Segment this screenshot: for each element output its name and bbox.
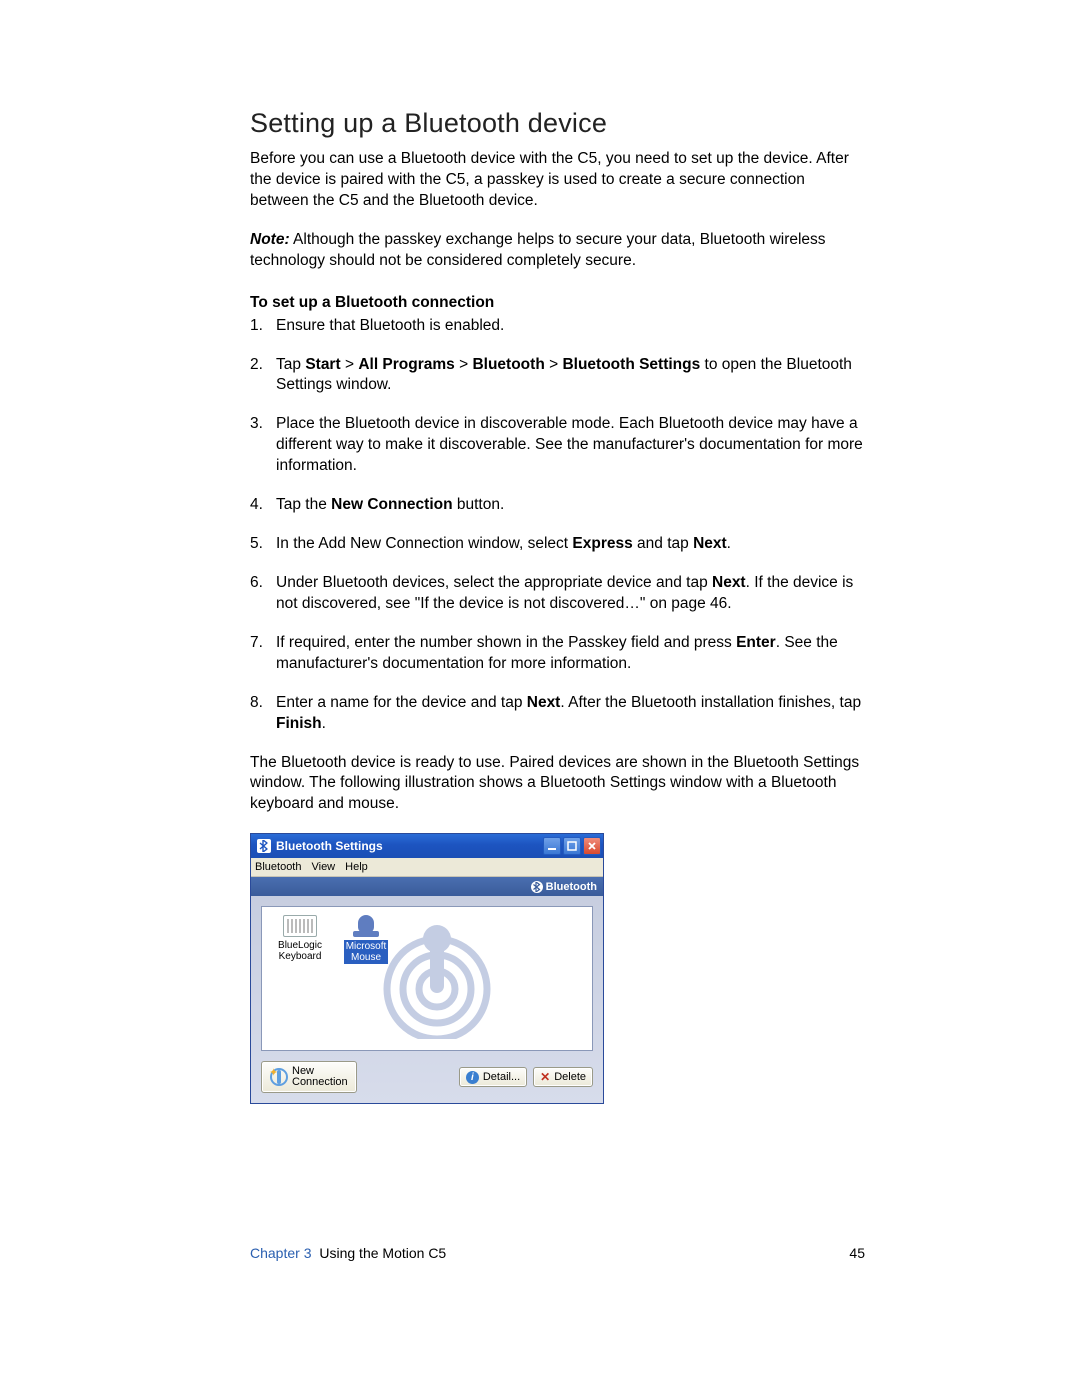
device-list-panel: BlueLogic Keyboard Microsoft Mouse bbox=[261, 906, 593, 1051]
bold-bluetooth-settings: Bluetooth Settings bbox=[562, 356, 700, 373]
text: Tap the bbox=[276, 496, 331, 513]
button-label: Delete bbox=[554, 1071, 586, 1083]
button-label: Detail... bbox=[483, 1071, 520, 1083]
step-6: Under Bluetooth devices, select the appr… bbox=[250, 573, 865, 615]
device-label-line1: BlueLogic bbox=[278, 940, 322, 951]
signal-waves-icon bbox=[377, 919, 537, 1039]
button-label-line1: New bbox=[292, 1065, 314, 1077]
menu-help[interactable]: Help bbox=[345, 861, 368, 873]
window-button-row: ✦ New Connection i Detail... ✕ Delete bbox=[261, 1061, 593, 1093]
note-text: Although the passkey exchange helps to s… bbox=[250, 231, 826, 269]
text: > bbox=[545, 356, 563, 373]
note-label: Note: bbox=[250, 231, 290, 248]
bluetooth-settings-window: Bluetooth Settings Bluetooth View Help bbox=[250, 833, 604, 1104]
device-label: Microsoft Mouse bbox=[344, 940, 389, 964]
bold-start: Start bbox=[305, 356, 340, 373]
text: Enter a name for the device and tap bbox=[276, 694, 527, 711]
device-label-line2: Keyboard bbox=[279, 951, 322, 962]
bluetooth-icon bbox=[257, 839, 271, 853]
bold-enter: Enter bbox=[736, 634, 776, 651]
window-title: Bluetooth Settings bbox=[276, 839, 383, 853]
delete-x-icon: ✕ bbox=[540, 1070, 550, 1084]
step-3: Place the Bluetooth device in discoverab… bbox=[250, 414, 865, 477]
text: and tap bbox=[633, 535, 693, 552]
text: Under Bluetooth devices, select the appr… bbox=[276, 574, 712, 591]
step-2: Tap Start > All Programs > Bluetooth > B… bbox=[250, 355, 865, 397]
window-titlebar[interactable]: Bluetooth Settings bbox=[251, 834, 603, 858]
device-label-line1: Microsoft bbox=[346, 941, 387, 952]
bold-allprograms: All Programs bbox=[358, 356, 454, 373]
footer-title: Using the Motion C5 bbox=[319, 1245, 446, 1261]
step-1: Ensure that Bluetooth is enabled. bbox=[250, 316, 865, 337]
text: . After the Bluetooth installation finis… bbox=[560, 694, 861, 711]
device-keyboard[interactable]: BlueLogic Keyboard bbox=[272, 915, 328, 1042]
bold-finish: Finish bbox=[276, 715, 322, 732]
step-4: Tap the New Connection button. bbox=[250, 495, 865, 516]
window-menubar: Bluetooth View Help bbox=[251, 858, 603, 877]
text: > bbox=[455, 356, 473, 373]
footer-page-number: 45 bbox=[849, 1245, 865, 1261]
button-label-line2: Connection bbox=[292, 1076, 348, 1088]
mouse-icon bbox=[349, 915, 383, 937]
maximize-button[interactable] bbox=[563, 837, 581, 855]
window-brandbar: Bluetooth bbox=[251, 877, 603, 896]
text: Tap bbox=[276, 356, 305, 373]
bluetooth-badge: Bluetooth bbox=[531, 881, 597, 893]
closing-paragraph: The Bluetooth device is ready to use. Pa… bbox=[250, 753, 865, 816]
text: In the Add New Connection window, select bbox=[276, 535, 572, 552]
section-heading: Setting up a Bluetooth device bbox=[250, 108, 865, 139]
text: If required, enter the number shown in t… bbox=[276, 634, 736, 651]
procedure-subhead: To set up a Bluetooth connection bbox=[250, 294, 865, 312]
note-paragraph: Note: Although the passkey exchange help… bbox=[250, 230, 865, 272]
menu-bluetooth[interactable]: Bluetooth bbox=[255, 861, 301, 873]
window-client-area: BlueLogic Keyboard Microsoft Mouse bbox=[251, 896, 603, 1103]
step-7: If required, enter the number shown in t… bbox=[250, 633, 865, 675]
step-5: In the Add New Connection window, select… bbox=[250, 534, 865, 555]
minimize-button[interactable] bbox=[543, 837, 561, 855]
intro-paragraph: Before you can use a Bluetooth device wi… bbox=[250, 149, 865, 212]
keyboard-icon bbox=[283, 915, 317, 937]
page-footer: Chapter 3 Using the Motion C5 45 bbox=[250, 1245, 865, 1261]
step-8: Enter a name for the device and tap Next… bbox=[250, 693, 865, 735]
new-connection-button[interactable]: ✦ New Connection bbox=[261, 1061, 357, 1093]
menu-view[interactable]: View bbox=[311, 861, 335, 873]
procedure-steps: Ensure that Bluetooth is enabled. Tap St… bbox=[250, 316, 865, 735]
bluetooth-badge-label: Bluetooth bbox=[546, 881, 597, 893]
text: . bbox=[727, 535, 731, 552]
page-content: Setting up a Bluetooth device Before you… bbox=[250, 108, 865, 1104]
device-label-line2: Mouse bbox=[351, 952, 381, 963]
bluetooth-badge-icon bbox=[531, 881, 543, 893]
bold-bluetooth: Bluetooth bbox=[472, 356, 544, 373]
bold-next: Next bbox=[527, 694, 561, 711]
text: . bbox=[322, 715, 326, 732]
bold-next: Next bbox=[712, 574, 746, 591]
info-icon: i bbox=[466, 1071, 479, 1084]
device-mouse[interactable]: Microsoft Mouse bbox=[338, 915, 394, 1042]
bold-new-connection: New Connection bbox=[331, 496, 452, 513]
bold-express: Express bbox=[572, 535, 632, 552]
delete-button[interactable]: ✕ Delete bbox=[533, 1067, 593, 1087]
text: button. bbox=[453, 496, 505, 513]
text: > bbox=[341, 356, 359, 373]
bold-next: Next bbox=[693, 535, 727, 552]
close-button[interactable] bbox=[583, 837, 601, 855]
new-connection-icon: ✦ bbox=[270, 1068, 288, 1086]
detail-button[interactable]: i Detail... bbox=[459, 1067, 527, 1087]
footer-chapter: Chapter 3 bbox=[250, 1245, 311, 1261]
